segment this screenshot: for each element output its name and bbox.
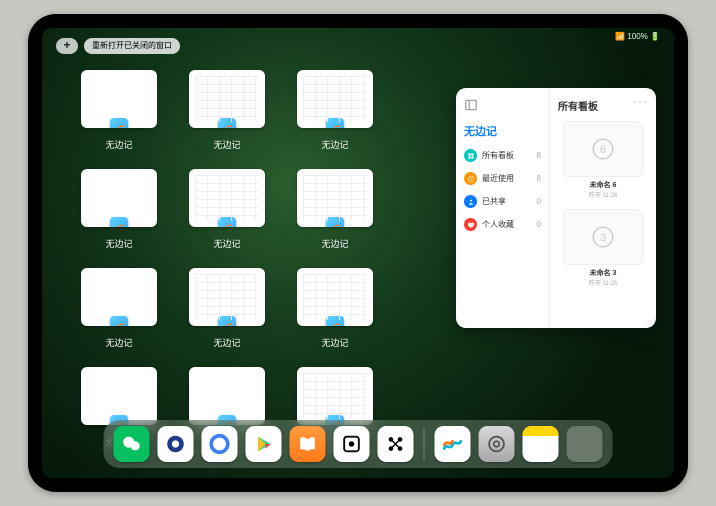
sidebar-item-recent[interactable]: 最近使用 8 bbox=[464, 172, 541, 185]
menu-count: 0 bbox=[537, 197, 541, 206]
thumbnail-label: 无边记 bbox=[105, 237, 132, 250]
svg-text:6: 6 bbox=[600, 144, 606, 156]
dock-separator bbox=[424, 428, 425, 460]
app-folder[interactable] bbox=[567, 426, 603, 462]
thumbnail-preview bbox=[81, 367, 157, 425]
menu-count: 8 bbox=[537, 174, 541, 183]
thumbnail-label: 无边记 bbox=[213, 237, 240, 250]
thumbnail-preview bbox=[297, 367, 373, 425]
board-preview: 6 bbox=[563, 121, 643, 177]
sidebar-item-all[interactable]: 所有看板 8 bbox=[464, 149, 541, 162]
thumbnail-label: 无边记 bbox=[213, 336, 240, 349]
top-bar: + 重新打开已关闭的窗口 bbox=[56, 38, 180, 54]
recent-icon bbox=[464, 172, 477, 185]
window-thumbnail[interactable]: 无边记 bbox=[184, 169, 270, 250]
panel-sidebar: 无边记 所有看板 8 最近使用 8 已共享 0 个人收藏 0 bbox=[456, 88, 550, 328]
board-subtitle: 昨天 11:25 bbox=[563, 278, 643, 287]
settings-app[interactable] bbox=[479, 426, 515, 462]
thumbnail-preview bbox=[81, 70, 157, 128]
thumbnail-preview bbox=[297, 70, 373, 128]
window-thumbnail[interactable]: 无边记 bbox=[76, 70, 162, 151]
sidebar-item-fav[interactable]: 个人收藏 0 bbox=[464, 218, 541, 231]
freeform-app-icon bbox=[110, 217, 128, 227]
freeform-panel[interactable]: ··· 无边记 所有看板8最近使用8已共享0个人收藏0 所有看板 6未命名 6昨… bbox=[456, 88, 656, 328]
freeform-app-icon bbox=[218, 316, 236, 326]
browser-q-app[interactable] bbox=[202, 426, 238, 462]
thumbnail-preview bbox=[297, 268, 373, 326]
thumbnail-preview bbox=[189, 268, 265, 326]
menu-label: 个人收藏 bbox=[482, 219, 514, 230]
sidebar-icon bbox=[464, 98, 478, 112]
menu-label: 最近使用 bbox=[482, 173, 514, 184]
dock bbox=[104, 420, 613, 468]
menu-count: 0 bbox=[537, 220, 541, 229]
thumbnail-preview bbox=[81, 268, 157, 326]
menu-count: 8 bbox=[537, 151, 541, 160]
thumbnail-label: 无边记 bbox=[321, 237, 348, 250]
window-thumbnail[interactable]: 无边记 bbox=[184, 268, 270, 349]
window-thumbnail[interactable]: 无边记 bbox=[76, 268, 162, 349]
board-subtitle: 昨天 11:28 bbox=[563, 190, 643, 199]
books-app[interactable] bbox=[290, 426, 326, 462]
thumbnail-label: 无边记 bbox=[105, 138, 132, 151]
freeform-app[interactable] bbox=[435, 426, 471, 462]
board-card[interactable]: 3 未命名 3昨天 11:25 bbox=[563, 209, 643, 287]
board-card[interactable]: 6 未命名 6昨天 11:28 bbox=[563, 121, 643, 199]
thumbnail-label: 无边记 bbox=[213, 138, 240, 151]
shared-icon bbox=[464, 195, 477, 208]
menu-label: 已共享 bbox=[482, 196, 506, 207]
thumbnail-label: 无边记 bbox=[105, 336, 132, 349]
browser-circle-app[interactable] bbox=[158, 426, 194, 462]
window-thumbnail[interactable]: 无边记 bbox=[76, 169, 162, 250]
ipad-frame: 📶 100% 🔋 + 重新打开已关闭的窗口 无边记无边记无边记无边记无边记无边记… bbox=[28, 14, 688, 492]
window-thumbnail[interactable]: 无边记 bbox=[292, 268, 378, 349]
freeform-app-icon bbox=[218, 217, 236, 227]
window-thumbnail[interactable]: 无边记 bbox=[292, 70, 378, 151]
play-store-app[interactable] bbox=[246, 426, 282, 462]
thumbnail-preview bbox=[189, 169, 265, 227]
freeform-app-icon bbox=[326, 118, 344, 128]
notes-app[interactable] bbox=[523, 426, 559, 462]
wechat-app[interactable] bbox=[114, 426, 150, 462]
panel-content: 所有看板 6未命名 6昨天 11:283未命名 3昨天 11:25 bbox=[550, 88, 656, 328]
panel-left-title: 无边记 bbox=[464, 123, 541, 139]
board-title: 未命名 6 bbox=[563, 180, 643, 190]
board-title: 未命名 3 bbox=[563, 268, 643, 278]
window-thumbnail[interactable]: 无边记 bbox=[184, 70, 270, 151]
screen: 📶 100% 🔋 + 重新打开已关闭的窗口 无边记无边记无边记无边记无边记无边记… bbox=[42, 28, 674, 478]
thumbnail-preview bbox=[81, 169, 157, 227]
thumbnail-preview bbox=[189, 70, 265, 128]
menu-label: 所有看板 bbox=[482, 150, 514, 161]
thumbnail-label: 无边记 bbox=[321, 336, 348, 349]
status-bar: 📶 100% 🔋 bbox=[615, 32, 660, 41]
window-grid: 无边记无边记无边记无边记无边记无边记无边记无边记无边记无边记无边记无边记 bbox=[76, 70, 456, 448]
all-icon bbox=[464, 149, 477, 162]
svg-text:3: 3 bbox=[600, 232, 606, 244]
window-thumbnail[interactable]: 无边记 bbox=[292, 169, 378, 250]
new-window-button[interactable]: + bbox=[56, 38, 78, 54]
freeform-app-icon bbox=[110, 118, 128, 128]
connect-app[interactable] bbox=[378, 426, 414, 462]
more-icon[interactable]: ··· bbox=[633, 94, 648, 108]
thumbnail-preview bbox=[189, 367, 265, 425]
dice-app[interactable] bbox=[334, 426, 370, 462]
reopen-closed-window-button[interactable]: 重新打开已关闭的窗口 bbox=[84, 38, 180, 54]
freeform-app-icon bbox=[110, 316, 128, 326]
sidebar-item-shared[interactable]: 已共享 0 bbox=[464, 195, 541, 208]
thumbnail-preview bbox=[297, 169, 373, 227]
board-preview: 3 bbox=[563, 209, 643, 265]
freeform-app-icon bbox=[218, 118, 236, 128]
freeform-app-icon bbox=[326, 217, 344, 227]
freeform-app-icon bbox=[326, 316, 344, 326]
thumbnail-label: 无边记 bbox=[321, 138, 348, 151]
fav-icon bbox=[464, 218, 477, 231]
